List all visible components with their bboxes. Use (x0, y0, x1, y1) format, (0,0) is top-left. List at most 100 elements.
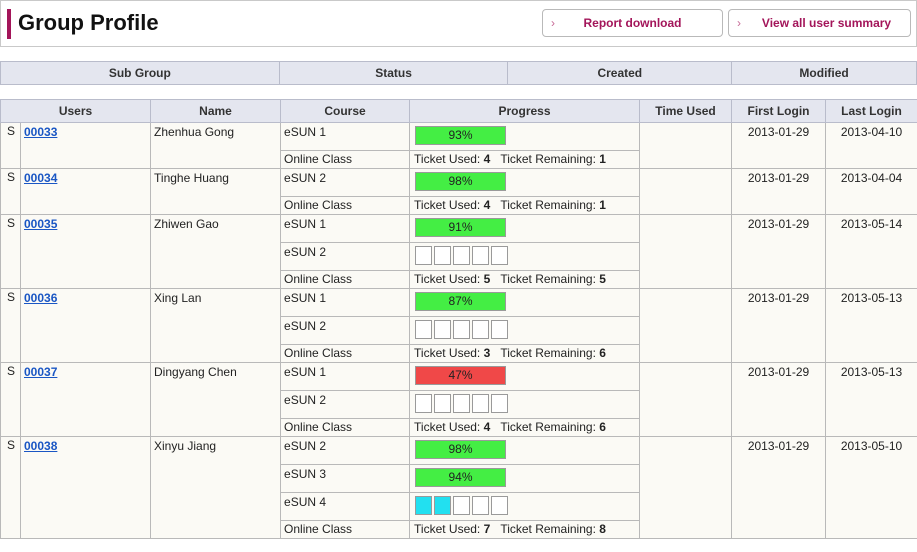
first-login: 2013-01-29 (731, 436, 827, 539)
group-summary-table: Sub Group Status Created Modified (0, 61, 917, 85)
progress-box (453, 394, 471, 413)
first-login: 2013-01-29 (731, 122, 827, 169)
progress-box (491, 246, 509, 265)
user-id-link[interactable]: 00033 (24, 125, 57, 139)
online-class-label: Online Class (280, 270, 411, 289)
progress-boxes (415, 394, 509, 413)
ticket-remaining-label: Ticket Remaining: (500, 152, 596, 166)
course-name: eSUN 1 (280, 214, 411, 243)
time-used (639, 122, 733, 169)
user-marker: S (0, 122, 21, 169)
user-progress-table: Users Name Course Progress Time Used Fir… (0, 99, 917, 539)
user-name: Dingyang Chen (150, 362, 282, 437)
table-header-row: Users Name Course Progress Time Used Fir… (0, 99, 917, 123)
time-used (639, 168, 733, 215)
page-header: Group Profile › Report download › View a… (0, 0, 917, 47)
ticket-remaining-label: Ticket Remaining: (500, 272, 596, 286)
course-progress: 91% (409, 214, 641, 243)
user-id-cell: 00033 (19, 122, 152, 169)
ticket-remaining-value: 5 (599, 272, 606, 286)
progress-box (415, 246, 433, 265)
progress-bar: 98% (415, 440, 507, 459)
ticket-used-label: Ticket Used: (414, 346, 481, 360)
col-status: Status (278, 61, 509, 85)
user-id-cell: 00037 (19, 362, 152, 437)
progress-box (434, 320, 452, 339)
progress-box (434, 246, 452, 265)
title-accent-bar (7, 9, 11, 39)
course-progress (409, 242, 641, 271)
progress-bar: 87% (415, 292, 507, 311)
table-row: S 00034 Tinghe Huang eSUN 2 98% 2013-01-29 201… (0, 168, 917, 215)
last-login: 2013-04-10 (825, 122, 917, 169)
ticket-info: Ticket Used: 7 Ticket Remaining: 8 (409, 520, 641, 539)
online-class-label: Online Class (280, 196, 411, 215)
table-row: S 00036 Xing Lan eSUN 1 87% 2013-01-29 2013-05… (0, 288, 917, 363)
col-created: Created (507, 61, 733, 85)
user-id-link[interactable]: 00036 (24, 291, 57, 305)
ticket-remaining-value: 6 (599, 420, 606, 434)
ticket-remaining-label: Ticket Remaining: (500, 346, 596, 360)
progress-box (472, 496, 490, 515)
ticket-info: Ticket Used: 4 Ticket Remaining: 1 (409, 196, 641, 215)
progress-box (415, 320, 433, 339)
progress-box (453, 246, 471, 265)
first-login: 2013-01-29 (731, 168, 827, 215)
progress-bar: 98% (415, 172, 507, 191)
online-class-label: Online Class (280, 150, 411, 169)
col-modified: Modified (731, 61, 917, 85)
course-name: eSUN 2 (280, 390, 411, 419)
ticket-info: Ticket Used: 3 Ticket Remaining: 6 (409, 344, 641, 363)
course-name: eSUN 2 (280, 316, 411, 345)
user-id-cell: 00034 (19, 168, 152, 215)
progress-bar: 93% (415, 126, 507, 145)
first-login: 2013-01-29 (731, 288, 827, 363)
user-id-link[interactable]: 00038 (24, 439, 57, 453)
user-name: Tinghe Huang (150, 168, 282, 215)
page-title: Group Profile (18, 10, 159, 35)
progress-boxes (415, 320, 509, 339)
time-used (639, 214, 733, 289)
ticket-used-value: 4 (483, 420, 491, 434)
progress-box (453, 320, 471, 339)
user-id-link[interactable]: 00034 (24, 171, 57, 185)
user-id-cell: 00038 (19, 436, 152, 539)
col-first-login: First Login (731, 99, 827, 123)
ticket-used-label: Ticket Used: (414, 522, 481, 536)
course-progress: 47% (409, 362, 641, 391)
course-progress: 98% (409, 168, 641, 197)
user-id-link[interactable]: 00035 (24, 217, 57, 231)
online-class-label: Online Class (280, 520, 411, 539)
view-all-user-summary-button[interactable]: › View all user summary (728, 9, 911, 37)
col-progress: Progress (409, 99, 641, 123)
user-name: Xing Lan (150, 288, 282, 363)
progress-box (415, 496, 433, 515)
progress-box (472, 246, 490, 265)
col-name: Name (150, 99, 282, 123)
ticket-used-value: 4 (483, 198, 491, 212)
course-progress: 87% (409, 288, 641, 317)
user-marker: S (0, 288, 21, 363)
course-name: eSUN 2 (280, 436, 411, 465)
progress-boxes (415, 246, 509, 265)
progress-boxes (415, 496, 509, 515)
ticket-remaining-label: Ticket Remaining: (500, 420, 596, 434)
user-marker: S (0, 436, 21, 539)
progress-box (434, 394, 452, 413)
online-class-label: Online Class (280, 418, 411, 437)
first-login: 2013-01-29 (731, 362, 827, 437)
last-login: 2013-05-13 (825, 362, 917, 437)
course-progress: 98% (409, 436, 641, 465)
user-name: Zhiwen Gao (150, 214, 282, 289)
last-login: 2013-05-13 (825, 288, 917, 363)
progress-box (491, 320, 509, 339)
table-body: S 00033 Zhenhua Gong eSUN 1 93% 2013-01-29 201… (0, 122, 917, 539)
report-download-button[interactable]: › Report download (542, 9, 723, 37)
progress-box (415, 394, 433, 413)
last-login: 2013-04-04 (825, 168, 917, 215)
table-row: S 00037 Dingyang Chen eSUN 1 47% 2013-01-29 20… (0, 362, 917, 437)
user-id-link[interactable]: 00037 (24, 365, 57, 379)
course-progress (409, 492, 641, 521)
progress-bar: 47% (415, 366, 507, 385)
ticket-remaining-label: Ticket Remaining: (500, 522, 596, 536)
